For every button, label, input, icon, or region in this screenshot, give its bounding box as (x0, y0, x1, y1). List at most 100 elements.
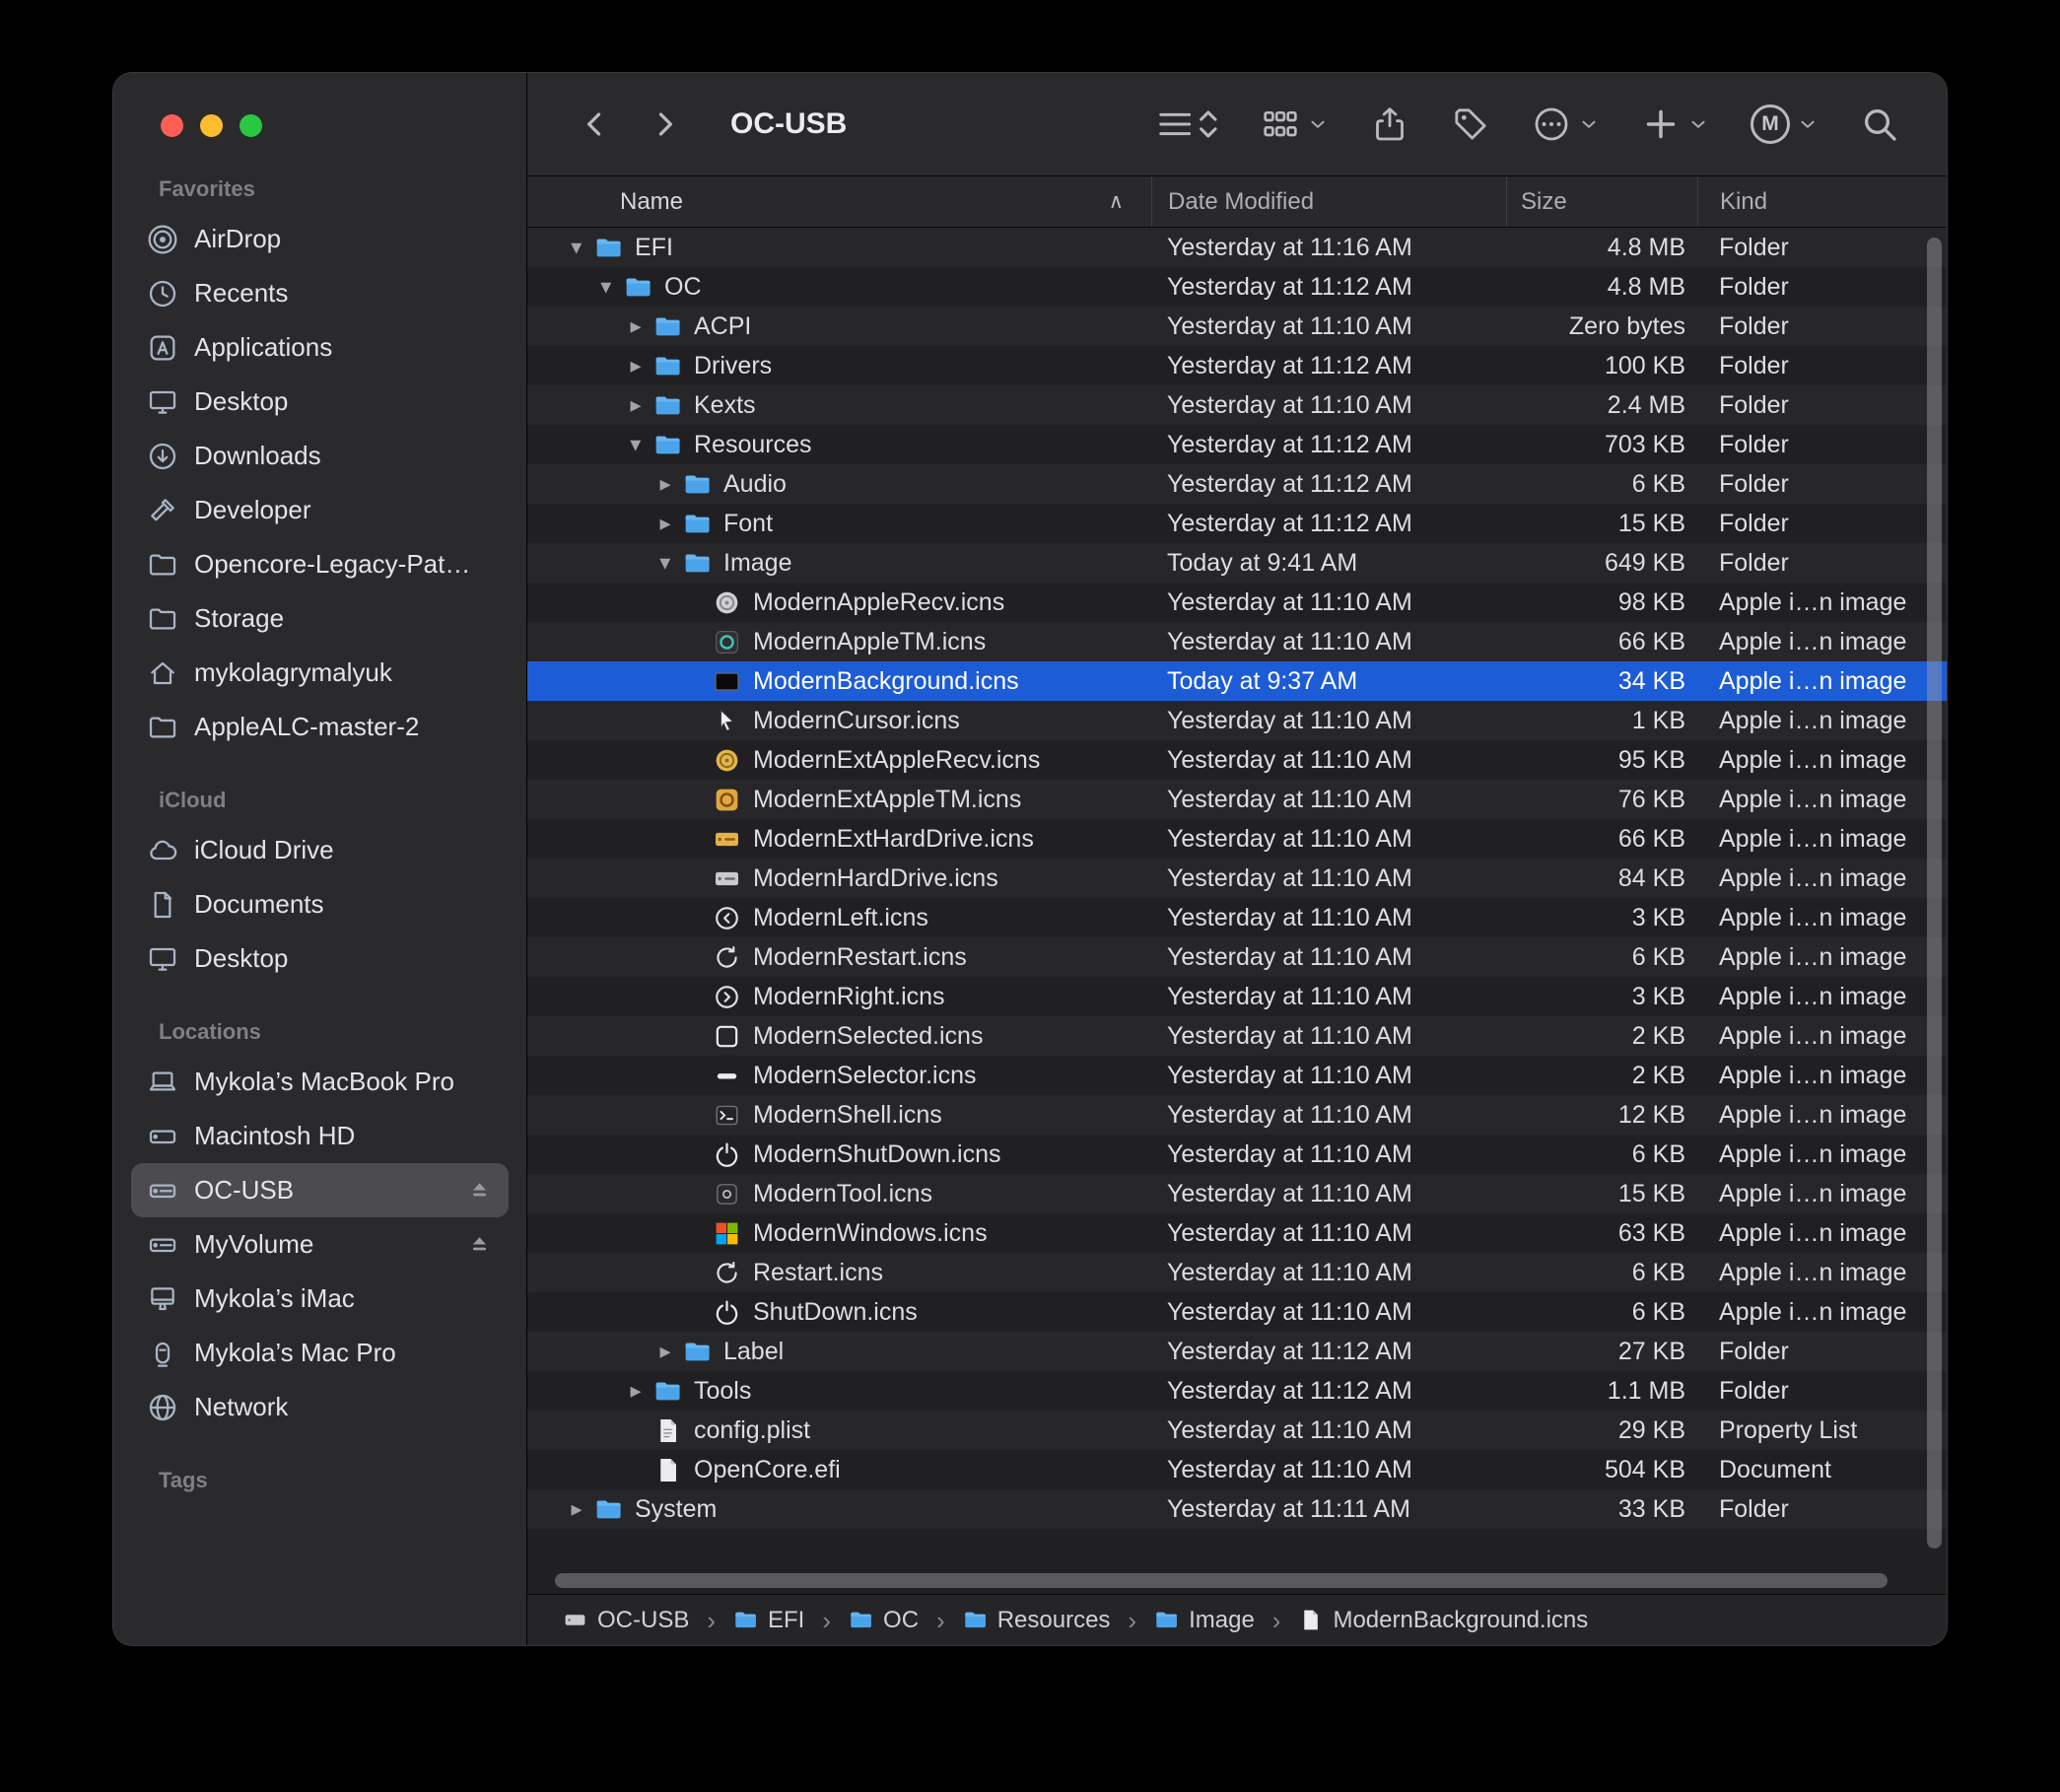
disclosure-closed-icon[interactable]: ▸ (652, 473, 679, 495)
file-row-modernshell-icns[interactable]: ModernShell.icnsYesterday at 11:10 AM12 … (527, 1095, 1947, 1135)
file-row-oc[interactable]: ▸OCYesterday at 11:12 AM4.8 MBFolder (527, 267, 1947, 307)
eject-icon[interactable] (466, 1231, 493, 1258)
sidebar-item-desktop[interactable]: Desktop (131, 375, 509, 429)
sidebar-item-recents[interactable]: Recents (131, 266, 509, 320)
search-button[interactable] (1860, 104, 1899, 144)
close-button[interactable] (161, 114, 183, 137)
vertical-scrollbar[interactable] (1927, 238, 1942, 1549)
sidebar-item-developer[interactable]: Developer (131, 483, 509, 537)
file-row-kexts[interactable]: ▸KextsYesterday at 11:10 AM2.4 MBFolder (527, 385, 1947, 425)
path-item-oc[interactable]: OC (849, 1607, 919, 1634)
sidebar-item-applications[interactable]: Applications (131, 320, 509, 375)
column-header-size[interactable]: Size (1506, 176, 1697, 227)
file-row-modernrestart-icns[interactable]: ModernRestart.icnsYesterday at 11:10 AM6… (527, 937, 1947, 977)
file-row-system[interactable]: ▸SystemYesterday at 11:11 AM33 KBFolder (527, 1489, 1947, 1529)
sidebar-item-icloud-drive[interactable]: iCloud Drive (131, 823, 509, 877)
chevron-down-icon (1578, 113, 1600, 135)
file-row-moderncursor-icns[interactable]: ModernCursor.icnsYesterday at 11:10 AM1 … (527, 701, 1947, 740)
path-item-image[interactable]: Image (1154, 1607, 1255, 1634)
group-by-button[interactable] (1261, 104, 1329, 144)
view-picker-button[interactable] (1156, 104, 1219, 144)
file-row-modernextharddrive-icns[interactable]: ModernExtHardDrive.icnsYesterday at 11:1… (527, 819, 1947, 859)
file-row-shutdown-icns[interactable]: ShutDown.icnsYesterday at 11:10 AM6 KBAp… (527, 1292, 1947, 1332)
file-row-opencore-efi[interactable]: OpenCore.efiYesterday at 11:10 AM504 KBD… (527, 1450, 1947, 1489)
column-header-name[interactable]: Name∧ (527, 176, 1151, 227)
file-kind: Apple i…n image (1697, 1219, 1947, 1248)
sidebar-item-desktop[interactable]: Desktop (131, 931, 509, 986)
file-row-modernselector-icns[interactable]: ModernSelector.icnsYesterday at 11:10 AM… (527, 1056, 1947, 1095)
back-button[interactable] (573, 102, 618, 147)
sidebar-item-documents[interactable]: Documents (131, 877, 509, 931)
desktop-icon (147, 386, 178, 418)
sidebar-item-mykola-s-imac[interactable]: Mykola’s iMac (131, 1272, 509, 1326)
column-header-kind[interactable]: Kind (1697, 176, 1947, 227)
file-row-config-plist[interactable]: config.plistYesterday at 11:10 AM29 KBPr… (527, 1411, 1947, 1450)
sidebar-item-opencore-legacy-pat[interactable]: Opencore-Legacy-Pat… (131, 537, 509, 591)
file-row-resources[interactable]: ▸ResourcesYesterday at 11:12 AM703 KBFol… (527, 425, 1947, 464)
column-header-date-modified[interactable]: Date Modified (1151, 176, 1506, 227)
file-row-audio[interactable]: ▸AudioYesterday at 11:12 AM6 KBFolder (527, 464, 1947, 504)
disclosure-closed-icon[interactable]: ▸ (622, 315, 650, 337)
file-row-tools[interactable]: ▸ToolsYesterday at 11:12 AM1.1 MBFolder (527, 1371, 1947, 1411)
file-row-modernwindows-icns[interactable]: ModernWindows.icnsYesterday at 11:10 AM6… (527, 1213, 1947, 1253)
disclosure-closed-icon[interactable]: ▸ (652, 1341, 679, 1362)
date-modified: Yesterday at 11:11 AM (1151, 1495, 1506, 1524)
file-row-modernright-icns[interactable]: ModernRight.icnsYesterday at 11:10 AM3 K… (527, 977, 1947, 1016)
date-modified: Yesterday at 11:10 AM (1151, 983, 1506, 1011)
path-item-oc-usb[interactable]: OC-USB (563, 1607, 689, 1634)
disclosure-closed-icon[interactable]: ▸ (622, 1380, 650, 1402)
file-row-font[interactable]: ▸FontYesterday at 11:12 AM15 KBFolder (527, 504, 1947, 543)
file-row-modernextappletm-icns[interactable]: ModernExtAppleTM.icnsYesterday at 11:10 … (527, 780, 1947, 819)
sidebar-item-myvolume[interactable]: MyVolume (131, 1217, 509, 1272)
sidebar-item-storage[interactable]: Storage (131, 591, 509, 646)
forward-button[interactable] (642, 102, 687, 147)
sidebar-item-downloads[interactable]: Downloads (131, 429, 509, 483)
sidebar-item-airdrop[interactable]: AirDrop (131, 212, 509, 266)
disclosure-open-icon[interactable]: ▸ (655, 550, 677, 577)
sidebar-item-network[interactable]: Network (131, 1380, 509, 1434)
disclosure-open-icon[interactable]: ▸ (596, 274, 618, 301)
disclosure-open-icon[interactable]: ▸ (626, 432, 648, 458)
share-button[interactable] (1370, 104, 1409, 144)
file-row-modernshutdown-icns[interactable]: ModernShutDown.icnsYesterday at 11:10 AM… (527, 1135, 1947, 1174)
new-item-icon (1641, 104, 1681, 144)
path-item-modernbackground-icns[interactable]: ModernBackground.icns (1298, 1607, 1588, 1634)
path-item-efi[interactable]: EFI (733, 1607, 804, 1634)
tags-icon (1451, 104, 1490, 144)
disclosure-closed-icon[interactable]: ▸ (563, 1498, 590, 1520)
file-row-image[interactable]: ▸ImageToday at 9:41 AM649 KBFolder (527, 543, 1947, 583)
tags-button[interactable] (1451, 104, 1490, 144)
disclosure-closed-icon[interactable]: ▸ (652, 513, 679, 534)
horizontal-scrollbar[interactable] (555, 1573, 1888, 1588)
file-row-restart-icns[interactable]: Restart.icnsYesterday at 11:10 AM6 KBApp… (527, 1253, 1947, 1292)
file-row-modernextapplerecv-icns[interactable]: ModernExtAppleRecv.icnsYesterday at 11:1… (527, 740, 1947, 780)
file-row-efi[interactable]: ▸EFIYesterday at 11:16 AM4.8 MBFolder (527, 228, 1947, 267)
disclosure-open-icon[interactable]: ▸ (567, 235, 588, 261)
sidebar-item-mykola-s-macbook-pro[interactable]: Mykola’s MacBook Pro (131, 1055, 509, 1109)
eject-icon[interactable] (466, 1177, 493, 1204)
disclosure-closed-icon[interactable]: ▸ (622, 394, 650, 416)
file-row-modernapplerecv-icns[interactable]: ModernAppleRecv.icnsYesterday at 11:10 A… (527, 583, 1947, 622)
zoom-button[interactable] (240, 114, 262, 137)
new-item-button[interactable] (1641, 104, 1709, 144)
file-row-moderntool-icns[interactable]: ModernTool.icnsYesterday at 11:10 AM15 K… (527, 1174, 1947, 1213)
more-actions-button[interactable] (1532, 104, 1600, 144)
minimize-button[interactable] (200, 114, 223, 137)
sidebar-item-mykolagrymalyuk[interactable]: mykolagrymalyuk (131, 646, 509, 700)
file-row-modernselected-icns[interactable]: ModernSelected.icnsYesterday at 11:10 AM… (527, 1016, 1947, 1056)
sidebar-item-macintosh-hd[interactable]: Macintosh HD (131, 1109, 509, 1163)
file-row-modernappletm-icns[interactable]: ModernAppleTM.icnsYesterday at 11:10 AM6… (527, 622, 1947, 661)
account-button[interactable]: M (1751, 104, 1819, 144)
file-row-acpi[interactable]: ▸ACPIYesterday at 11:10 AMZero bytesFold… (527, 307, 1947, 346)
file-row-label[interactable]: ▸LabelYesterday at 11:12 AM27 KBFolder (527, 1332, 1947, 1371)
sidebar-item-mykola-s-mac-pro[interactable]: Mykola’s Mac Pro (131, 1326, 509, 1380)
disclosure-closed-icon[interactable]: ▸ (622, 355, 650, 377)
file-icon (713, 943, 741, 972)
path-item-resources[interactable]: Resources (963, 1607, 1111, 1634)
file-row-modernharddrive-icns[interactable]: ModernHardDrive.icnsYesterday at 11:10 A… (527, 859, 1947, 898)
sidebar-item-applealc-master-2[interactable]: AppleALC-master-2 (131, 700, 509, 754)
file-row-drivers[interactable]: ▸DriversYesterday at 11:12 AM100 KBFolde… (527, 346, 1947, 385)
sidebar-item-oc-usb[interactable]: OC-USB (131, 1163, 509, 1217)
file-row-modernbackground-icns[interactable]: ModernBackground.icnsToday at 9:37 AM34 … (527, 661, 1947, 701)
file-row-modernleft-icns[interactable]: ModernLeft.icnsYesterday at 11:10 AM3 KB… (527, 898, 1947, 937)
